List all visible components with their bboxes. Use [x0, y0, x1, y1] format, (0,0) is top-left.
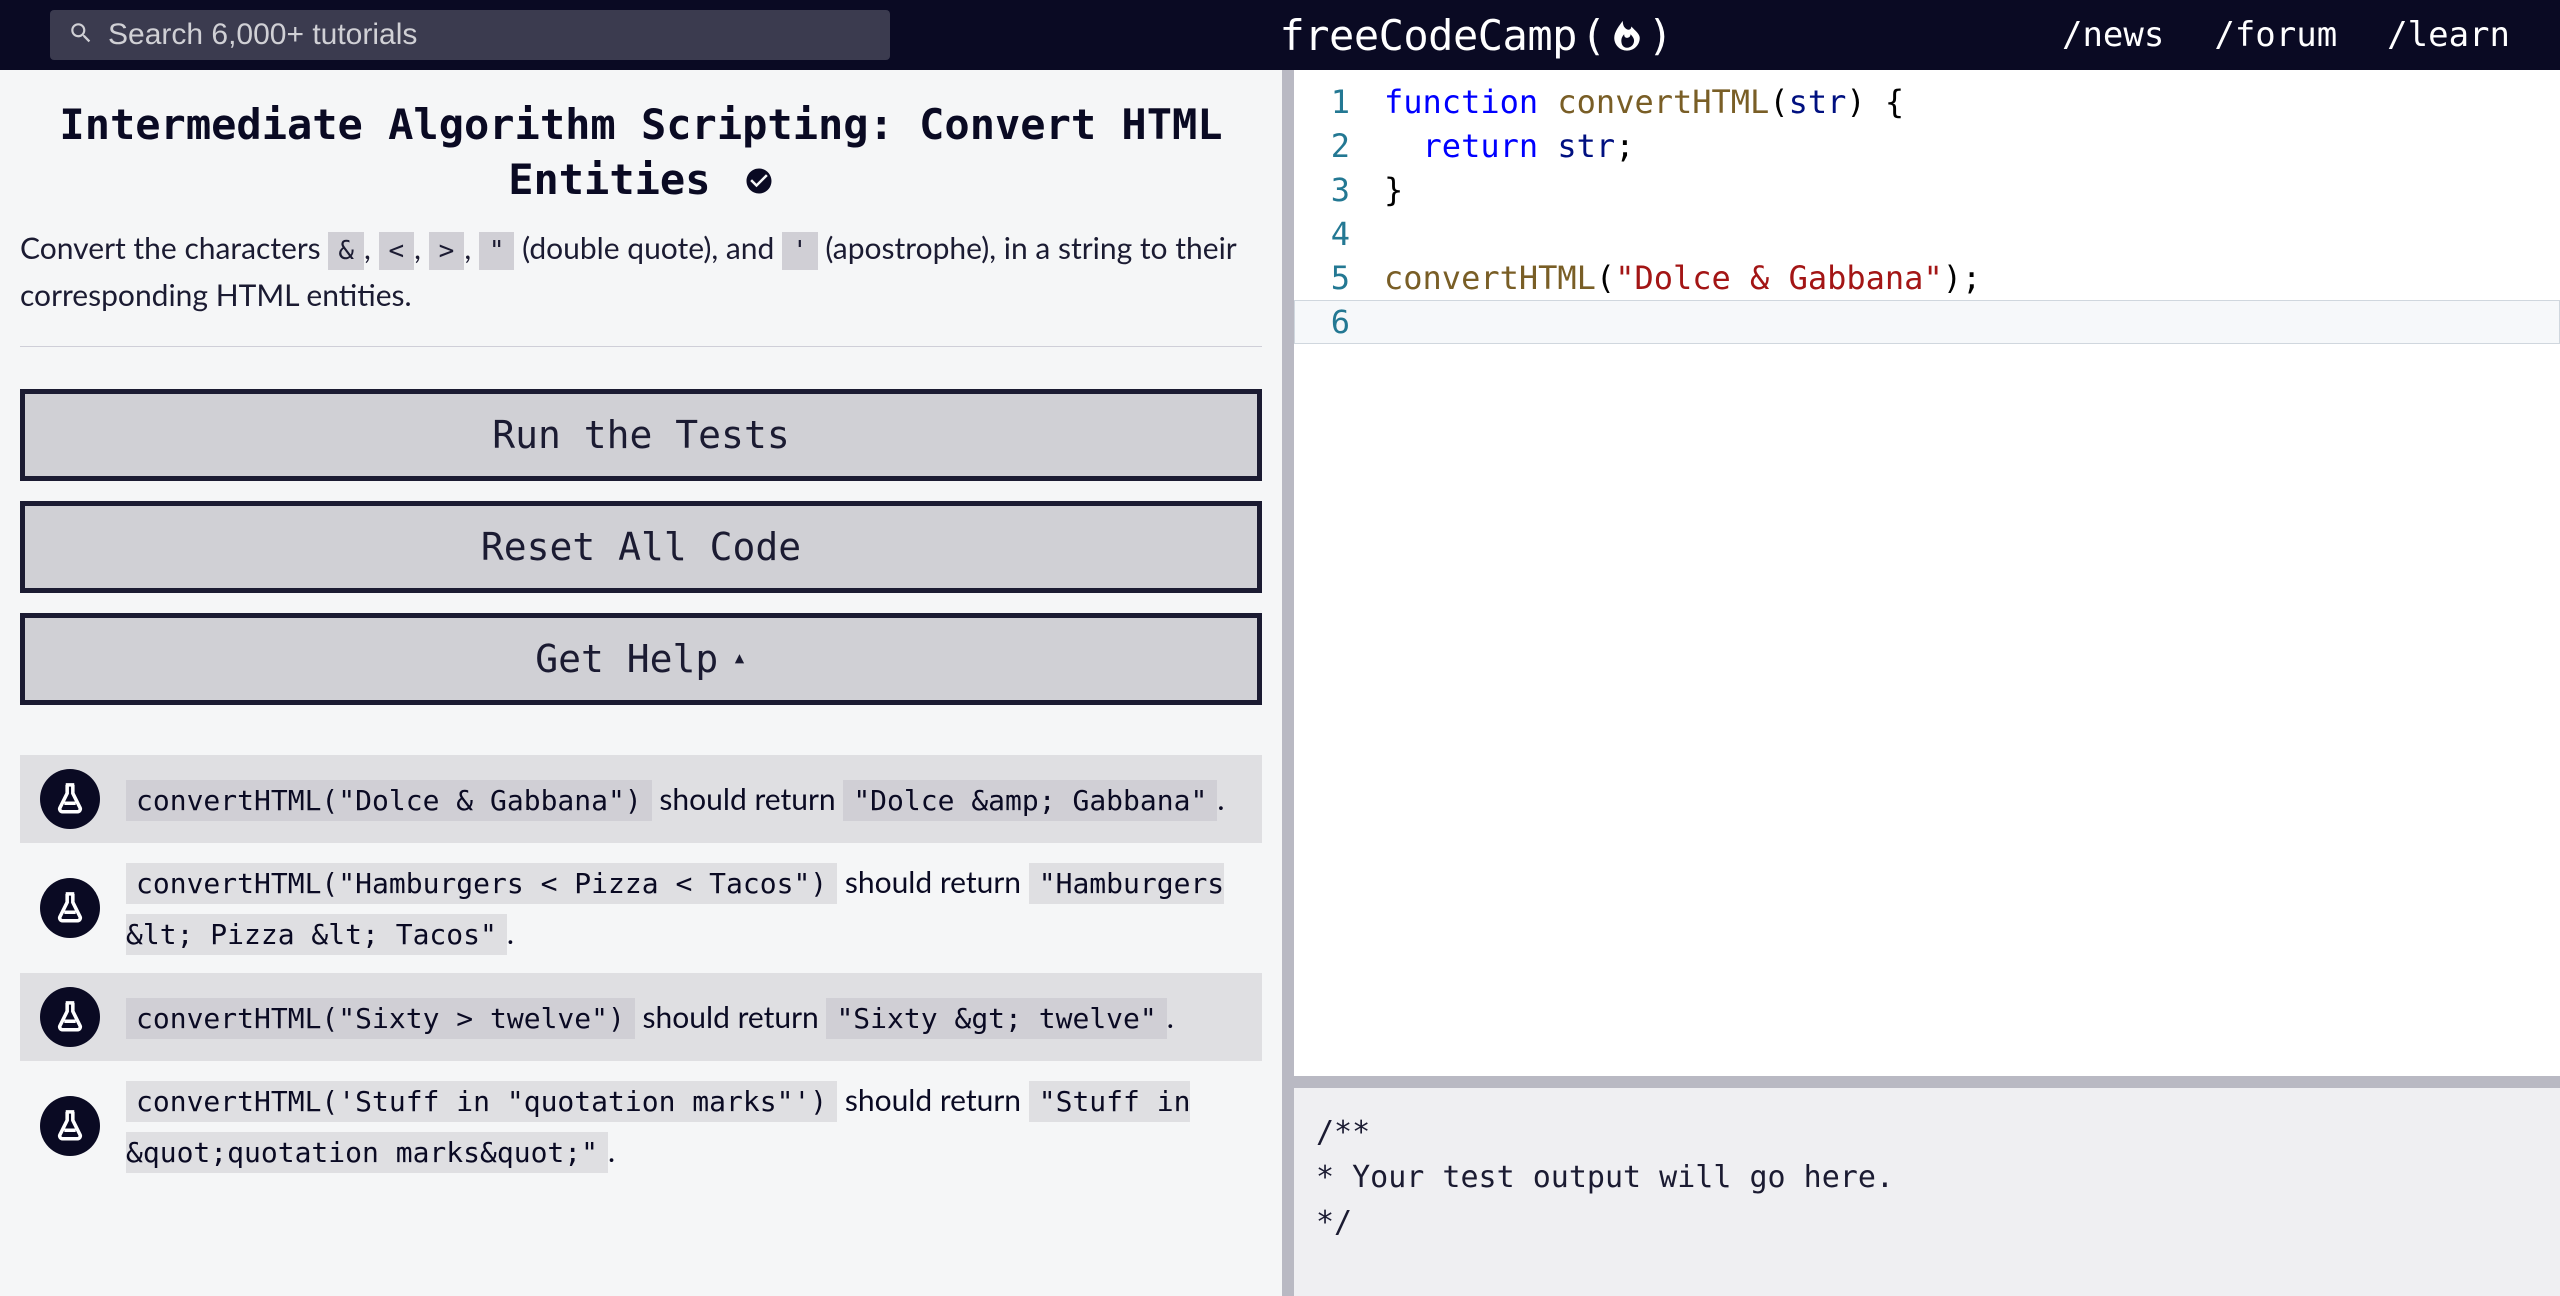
test-text: convertHTML('Stuff in "quotation marks"'… — [126, 1075, 1252, 1177]
section-divider — [20, 346, 1262, 347]
code-line[interactable]: 5convertHTML("Dolce & Gabbana"); — [1294, 256, 2560, 300]
test-call: convertHTML("Sixty > twelve") — [126, 998, 635, 1039]
challenge-description: Convert the characters &, <, >, " (doubl… — [20, 225, 1262, 318]
flask-icon — [40, 878, 100, 938]
code-line[interactable]: 2 return str; — [1294, 124, 2560, 168]
test-tail: . — [1217, 781, 1224, 817]
test-mid: should return — [635, 999, 827, 1035]
completed-check-icon — [744, 166, 774, 196]
vertical-splitter[interactable] — [1282, 70, 1294, 1296]
char-lt: < — [379, 232, 415, 270]
nav-forum[interactable]: /forum — [2214, 15, 2337, 55]
run-tests-button[interactable]: Run the Tests — [20, 389, 1262, 481]
flask-icon — [40, 1096, 100, 1156]
char-amp: & — [328, 232, 364, 270]
brand-text: freeCodeCamp — [1279, 11, 1576, 60]
test-mid: should return — [837, 864, 1029, 900]
code-line[interactable]: 3} — [1294, 168, 2560, 212]
line-number: 4 — [1294, 215, 1384, 253]
char-gt: > — [429, 232, 465, 270]
code-editor[interactable]: 1function convertHTML(str) {2 return str… — [1294, 70, 2560, 1076]
caret-up-icon: ▴ — [732, 643, 746, 671]
test-call: convertHTML("Hamburgers < Pizza < Tacos"… — [126, 863, 837, 904]
flask-icon — [40, 987, 100, 1047]
test-mid: should return — [652, 781, 844, 817]
brand-paren-close: ) — [1648, 11, 1673, 60]
test-tail: . — [507, 915, 514, 951]
line-content: } — [1384, 171, 1403, 209]
nav-learn[interactable]: /learn — [2387, 15, 2510, 55]
code-line[interactable]: 1function convertHTML(str) { — [1294, 80, 2560, 124]
line-number: 6 — [1294, 303, 1384, 341]
line-number: 5 — [1294, 259, 1384, 297]
test-call: convertHTML('Stuff in "quotation marks"'… — [126, 1081, 837, 1122]
challenge-title-text: Intermediate Algorithm Scripting: Conver… — [59, 100, 1222, 204]
flask-icon — [40, 769, 100, 829]
nav-news[interactable]: /news — [2062, 15, 2164, 55]
test-tail: . — [1167, 999, 1174, 1035]
brand-logo[interactable]: freeCodeCamp ( ) — [890, 11, 2062, 60]
line-number: 2 — [1294, 127, 1384, 165]
editor-output-panel: 1function convertHTML(str) {2 return str… — [1294, 70, 2560, 1296]
test-output-panel: /** * Your test output will go here. */ — [1294, 1088, 2560, 1296]
line-number: 1 — [1294, 83, 1384, 121]
test-row: convertHTML("Dolce & Gabbana") should re… — [20, 755, 1262, 843]
test-row: convertHTML('Stuff in "quotation marks"'… — [20, 1061, 1262, 1191]
reset-code-button[interactable]: Reset All Code — [20, 501, 1262, 593]
search-container[interactable] — [50, 10, 890, 60]
test-list: convertHTML("Dolce & Gabbana") should re… — [20, 755, 1262, 1191]
brand-paren-open: ( — [1581, 11, 1606, 60]
test-row: convertHTML("Hamburgers < Pizza < Tacos"… — [20, 843, 1262, 973]
char-apos: ' — [782, 232, 818, 270]
get-help-button[interactable]: Get Help ▴ — [20, 613, 1262, 705]
test-text: convertHTML("Sixty > twelve") should ret… — [126, 992, 1174, 1043]
line-number: 3 — [1294, 171, 1384, 209]
code-line[interactable]: 6 — [1294, 300, 2560, 344]
line-content: return str; — [1384, 127, 1634, 165]
horizontal-splitter[interactable] — [1294, 1076, 2560, 1088]
test-row: convertHTML("Sixty > twelve") should ret… — [20, 973, 1262, 1061]
challenge-title: Intermediate Algorithm Scripting: Conver… — [20, 98, 1262, 207]
line-content: function convertHTML(str) { — [1384, 83, 1904, 121]
instructions-panel: Intermediate Algorithm Scripting: Conver… — [0, 70, 1282, 1296]
code-line[interactable]: 4 — [1294, 212, 2560, 256]
test-return: "Dolce &amp; Gabbana" — [843, 780, 1217, 821]
line-content: convertHTML("Dolce & Gabbana"); — [1384, 259, 1981, 297]
test-mid: should return — [837, 1082, 1029, 1118]
test-call: convertHTML("Dolce & Gabbana") — [126, 780, 652, 821]
search-input[interactable] — [108, 18, 872, 52]
search-icon — [68, 20, 94, 50]
char-quote: " — [479, 232, 515, 270]
fire-icon — [1610, 18, 1644, 52]
test-text: convertHTML("Hamburgers < Pizza < Tacos"… — [126, 857, 1252, 959]
app-header: freeCodeCamp ( ) /news /forum /learn — [0, 0, 2560, 70]
test-tail: . — [608, 1133, 615, 1169]
main-split: Intermediate Algorithm Scripting: Conver… — [0, 70, 2560, 1296]
test-text: convertHTML("Dolce & Gabbana") should re… — [126, 774, 1224, 825]
test-return: "Sixty &gt; twelve" — [826, 998, 1166, 1039]
header-nav: /news /forum /learn — [2062, 15, 2510, 55]
